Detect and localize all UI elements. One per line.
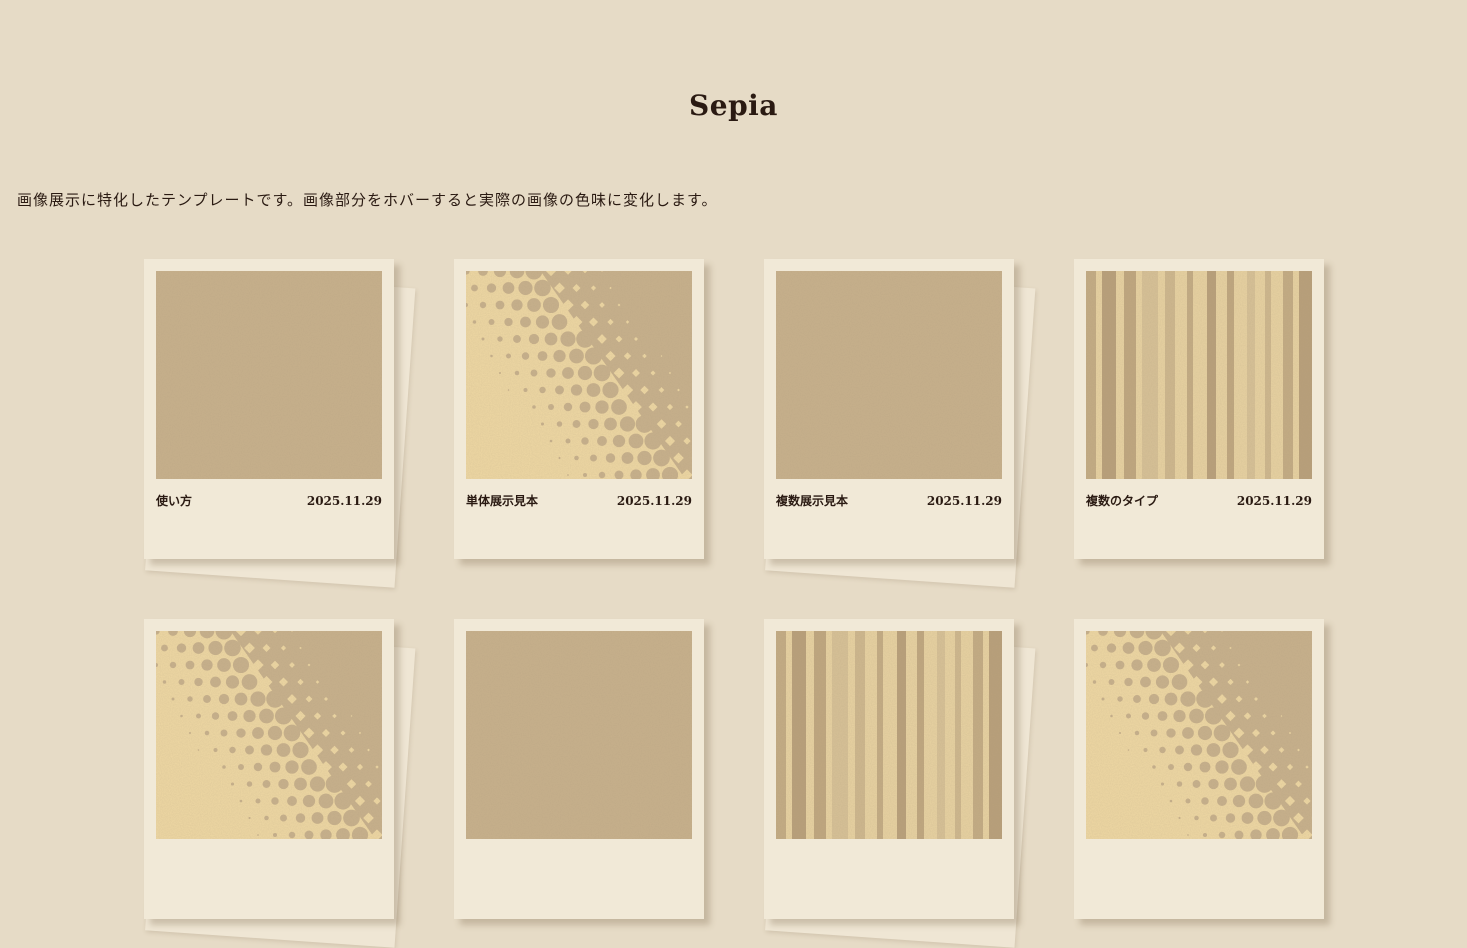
- thumbnail-art: [776, 631, 1002, 839]
- post-thumbnail[interactable]: [776, 631, 1002, 839]
- post-title[interactable]: 使い方: [156, 493, 192, 509]
- thumbnail-art: [466, 271, 692, 479]
- post-thumbnail[interactable]: [466, 271, 692, 479]
- post-card[interactable]: 複数のタイプ 2025.11.29: [1074, 259, 1324, 559]
- site-title[interactable]: Sepia: [0, 86, 1467, 126]
- card-caption: 使い方 2025.11.29: [156, 493, 382, 509]
- post-card[interactable]: [454, 619, 704, 919]
- post-card[interactable]: [144, 619, 394, 919]
- card-frame: 単体展示見本 2025.11.29: [454, 259, 704, 559]
- card-frame: [764, 619, 1014, 919]
- post-card[interactable]: 複数展示見本 2025.11.29: [764, 259, 1014, 559]
- post-date: 2025.11.29: [617, 493, 692, 509]
- card-caption: 複数のタイプ 2025.11.29: [1086, 493, 1312, 509]
- post-date: 2025.11.29: [927, 493, 1002, 509]
- intro-text: 画像展示に特化したテンプレートです。画像部分をホバーすると実際の画像の色味に変化…: [17, 189, 718, 211]
- post-title[interactable]: 複数のタイプ: [1086, 493, 1158, 509]
- card-frame: 複数のタイプ 2025.11.29: [1074, 259, 1324, 559]
- thumbnail-art: [156, 631, 382, 839]
- post-date: 2025.11.29: [1237, 493, 1312, 509]
- post-title[interactable]: 単体展示見本: [466, 493, 538, 509]
- thumbnail-art: [1086, 631, 1312, 839]
- post-thumbnail[interactable]: [156, 631, 382, 839]
- post-card[interactable]: 使い方 2025.11.29: [144, 259, 394, 559]
- card-caption: 複数展示見本 2025.11.29: [776, 493, 1002, 509]
- card-frame: [1074, 619, 1324, 919]
- post-card[interactable]: [764, 619, 1014, 919]
- post-card[interactable]: [1074, 619, 1324, 919]
- thumbnail-art: [156, 271, 382, 479]
- post-card[interactable]: 単体展示見本 2025.11.29: [454, 259, 704, 559]
- post-date: 2025.11.29: [307, 493, 382, 509]
- card-frame: 複数展示見本 2025.11.29: [764, 259, 1014, 559]
- post-thumbnail[interactable]: [776, 271, 1002, 479]
- post-grid: 使い方 2025.11.29 単体展示見本 2025.11.29 複数展示見本 …: [144, 259, 1324, 919]
- post-thumbnail[interactable]: [1086, 631, 1312, 839]
- post-thumbnail[interactable]: [1086, 271, 1312, 479]
- post-title[interactable]: 複数展示見本: [776, 493, 848, 509]
- card-frame: 使い方 2025.11.29: [144, 259, 394, 559]
- post-thumbnail[interactable]: [156, 271, 382, 479]
- thumbnail-art: [466, 631, 692, 839]
- thumbnail-art: [776, 271, 1002, 479]
- card-caption: 単体展示見本 2025.11.29: [466, 493, 692, 509]
- thumbnail-art: [1086, 271, 1312, 479]
- card-frame: [144, 619, 394, 919]
- card-frame: [454, 619, 704, 919]
- post-thumbnail[interactable]: [466, 631, 692, 839]
